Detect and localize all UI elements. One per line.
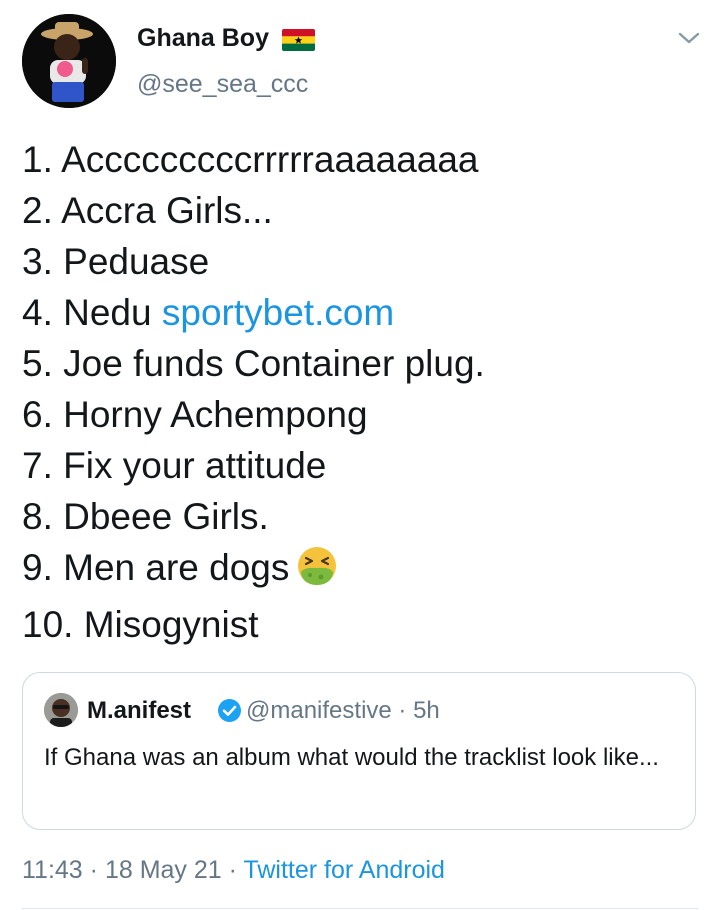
tweet-meta: 11:43 · 18 May 21 · Twitter for Android [22, 856, 445, 885]
nauseated-face-emoji-icon [297, 546, 337, 599]
chevron-down-icon[interactable] [676, 28, 702, 48]
tweet-line: 7. Fix your attitude [22, 445, 327, 486]
quoted-tweet-text: If Ghana was an album what would the tra… [44, 744, 659, 771]
author-name[interactable]: Ghana Boy [137, 24, 269, 53]
author-avatar[interactable] [22, 14, 116, 108]
meta-separator: · [89, 856, 98, 884]
ghana-flag-icon [282, 29, 315, 51]
tweet-time[interactable]: 11:43 [22, 856, 83, 884]
tweet-line-text: 9. Men are dogs [22, 547, 290, 588]
tweet-line: 4. Nedu sportybet.com [22, 287, 485, 338]
tweet-line: 10. Misogynist [22, 604, 259, 645]
tweet-line: 6. Horny Achempong [22, 394, 368, 435]
tweet-date[interactable]: 18 May 21 [105, 856, 222, 884]
sportybet-link[interactable]: sportybet.com [162, 292, 394, 333]
tweet-line-text: 4. Nedu [22, 292, 152, 333]
tweet-source-link[interactable]: Twitter for Android [243, 856, 444, 884]
tweet-line: 3. Peduase [22, 241, 210, 282]
quoted-timestamp[interactable]: · 5h [398, 697, 439, 724]
quoted-author-handle[interactable]: @manifestive [246, 697, 392, 724]
tweet-line: 1. Acccccccccrrrrraaaaaaaa [22, 139, 479, 180]
tweet-text: 1. Acccccccccrrrrraaaaaaaa 2. Accra Girl… [22, 134, 485, 650]
tweet-line: 5. Joe funds Container plug. [22, 343, 485, 384]
divider [22, 908, 698, 909]
author-handle[interactable]: @see_sea_ccc [137, 70, 308, 99]
quoted-author-avatar[interactable] [44, 693, 78, 727]
quoted-avatar-face-icon [44, 693, 78, 727]
quoted-author-name[interactable]: M.anifest [87, 697, 191, 725]
quoted-tweet-card[interactable]: M.anifest @manifestive · 5h If Ghana was… [22, 672, 696, 830]
quoted-handle-line: @manifestive · 5h [246, 697, 440, 725]
tweet-line: 9. Men are dogs [22, 542, 485, 599]
avatar-figure-icon [22, 14, 116, 108]
verified-badge-icon [217, 698, 242, 723]
meta-separator: · [228, 856, 237, 884]
tweet-line: 8. Dbeee Girls. [22, 496, 269, 537]
tweet-line: 2. Accra Girls... [22, 190, 273, 231]
